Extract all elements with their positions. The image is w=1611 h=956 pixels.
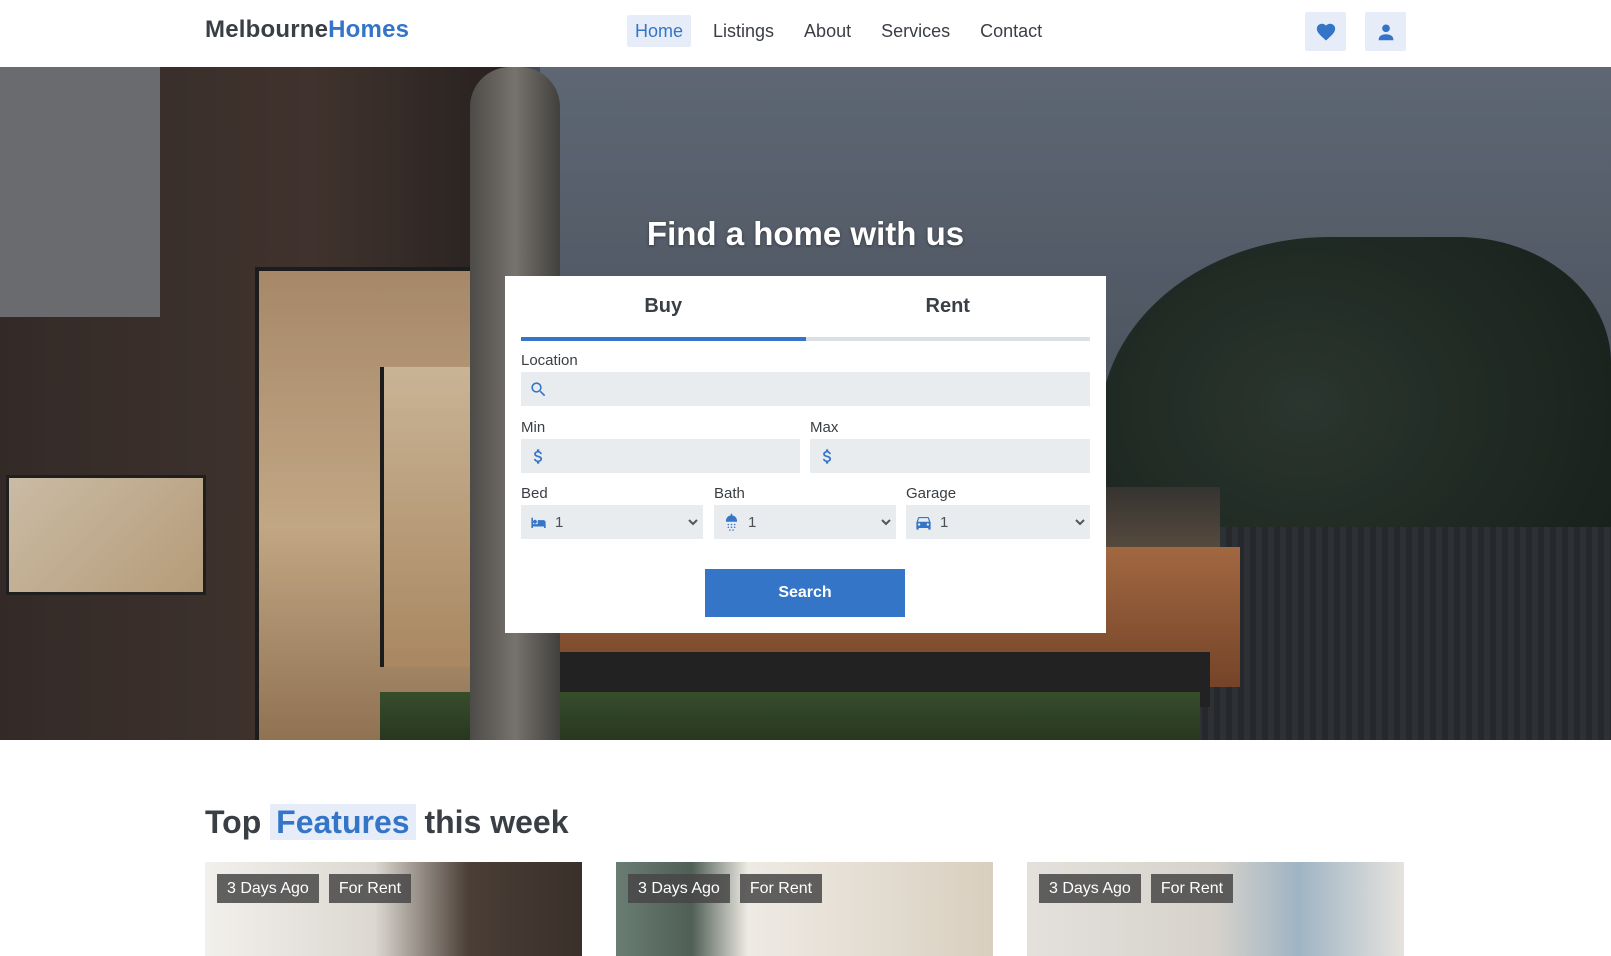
listing-age-badge: 3 Days Ago xyxy=(628,874,730,903)
location-input[interactable] xyxy=(555,372,1090,406)
search-icon xyxy=(521,372,555,406)
site-header: MelbourneHomes Home Listings About Servi… xyxy=(0,0,1611,67)
search-button[interactable]: Search xyxy=(705,569,905,617)
search-card: Buy Rent Location Min Max Bed 1 Bath 1 G… xyxy=(505,276,1106,633)
dollar-icon xyxy=(810,439,844,473)
listing-card[interactable]: 3 Days Ago For Rent xyxy=(1027,862,1404,956)
listing-age-badge: 3 Days Ago xyxy=(217,874,319,903)
garage-select[interactable]: 1 xyxy=(906,505,1090,539)
listing-badges: 3 Days Ago For Rent xyxy=(628,874,823,903)
tab-rent[interactable]: Rent xyxy=(805,276,1090,341)
hero-banner: Find a home with us Buy Rent Location Mi… xyxy=(0,67,1611,740)
car-icon xyxy=(906,505,940,539)
tab-buy[interactable]: Buy xyxy=(521,276,806,341)
nav-listings[interactable]: Listings xyxy=(705,15,782,47)
max-price-field xyxy=(810,439,1090,473)
nav-contact[interactable]: Contact xyxy=(972,15,1050,47)
listing-card[interactable]: 3 Days Ago For Rent xyxy=(616,862,993,956)
chevron-down-icon xyxy=(1070,505,1090,539)
location-field xyxy=(521,372,1090,406)
features-heading-before: Top xyxy=(205,804,262,840)
features-heading: Top Features this week xyxy=(205,804,569,841)
search-tabs: Buy Rent xyxy=(521,276,1090,341)
location-label: Location xyxy=(521,352,578,369)
shower-icon xyxy=(714,505,748,539)
logo-accent-text: Homes xyxy=(328,16,410,43)
garage-value: 1 xyxy=(940,513,949,531)
bath-label: Bath xyxy=(714,485,745,502)
listing-card[interactable]: 3 Days Ago For Rent xyxy=(205,862,582,956)
main-nav: Home Listings About Services Contact xyxy=(627,15,1050,47)
bath-value: 1 xyxy=(748,513,757,531)
nav-about[interactable]: About xyxy=(796,15,859,47)
user-icon xyxy=(1378,23,1393,40)
nav-services[interactable]: Services xyxy=(873,15,958,47)
max-price-label: Max xyxy=(810,419,839,436)
listing-age-badge: 3 Days Ago xyxy=(1039,874,1141,903)
min-price-label: Min xyxy=(521,419,546,436)
nav-home[interactable]: Home xyxy=(627,15,692,47)
bath-select[interactable]: 1 xyxy=(714,505,896,539)
hero-title: Find a home with us xyxy=(646,215,965,252)
logo-primary-text: Melbourne xyxy=(205,16,329,43)
account-button[interactable] xyxy=(1365,12,1406,51)
garage-label: Garage xyxy=(906,485,957,502)
bed-label: Bed xyxy=(521,485,548,502)
bed-select[interactable]: 1 xyxy=(521,505,703,539)
bed-value: 1 xyxy=(555,513,564,531)
bed-icon xyxy=(521,505,555,539)
dollar-icon xyxy=(521,439,555,473)
listing-badges: 3 Days Ago For Rent xyxy=(217,874,412,903)
favorites-button[interactable] xyxy=(1305,12,1346,51)
listing-type-badge: For Rent xyxy=(739,874,823,903)
listing-type-badge: For Rent xyxy=(1150,874,1234,903)
listing-type-badge: For Rent xyxy=(328,874,412,903)
min-price-field xyxy=(521,439,800,473)
features-heading-after: this week xyxy=(424,804,569,840)
listing-badges: 3 Days Ago For Rent xyxy=(1039,874,1234,903)
heart-icon xyxy=(1316,23,1335,41)
min-price-input[interactable] xyxy=(555,439,800,473)
features-heading-highlight: Features xyxy=(270,804,416,840)
max-price-input[interactable] xyxy=(844,439,1090,473)
site-logo[interactable]: MelbourneHomes xyxy=(205,16,409,44)
chevron-down-icon xyxy=(683,505,703,539)
chevron-down-icon xyxy=(876,505,896,539)
